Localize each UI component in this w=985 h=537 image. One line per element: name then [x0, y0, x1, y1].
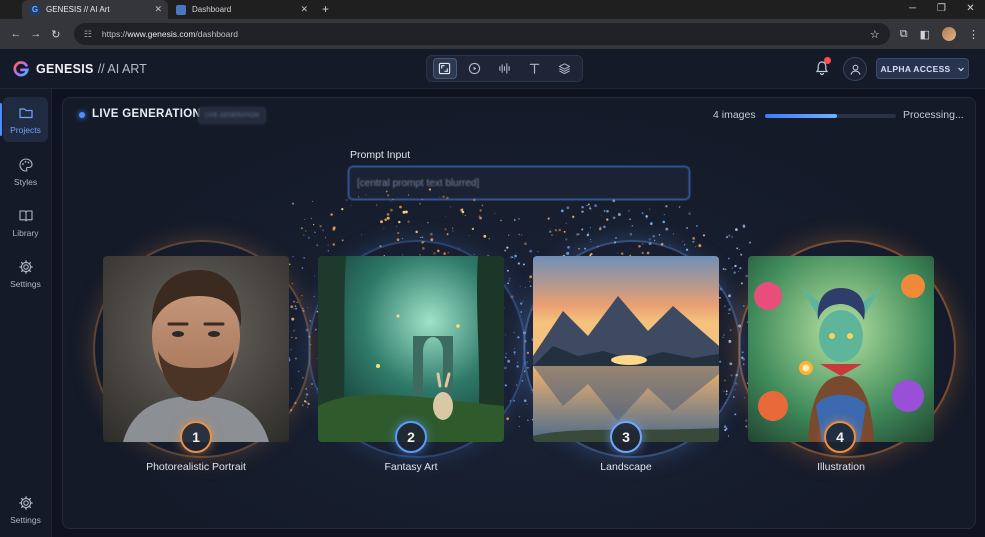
image-frame-icon — [439, 62, 451, 75]
extensions-icon[interactable]: ⧉ — [900, 28, 908, 41]
dashboard-favicon-icon — [176, 4, 186, 15]
book-icon — [18, 209, 33, 222]
sidebar-item-label: Settings — [10, 278, 41, 289]
image-mode-button[interactable] — [432, 58, 457, 79]
processing-status: Processing... — [903, 109, 964, 121]
generation-progress-bar — [765, 114, 896, 118]
gear-icon — [18, 259, 33, 274]
card-label: Landscape — [600, 461, 652, 473]
user-icon — [850, 64, 860, 75]
card-number-badge: 3 — [610, 421, 642, 453]
browser-toolbar: ← → ↻ ☷ https://www.genesis.com/dashboar… — [0, 19, 985, 49]
gear-icon — [18, 495, 33, 510]
restore-icon[interactable]: ❐ — [927, 0, 956, 19]
browser-window: G GENESIS // AI Art ✕ Dashboard ✕ + ─ ❐ … — [0, 0, 985, 537]
browser-tab-genesis[interactable]: G GENESIS // AI Art ✕ — [22, 0, 168, 19]
close-tab-icon[interactable]: ✕ — [300, 4, 308, 15]
close-window-icon[interactable]: ✕ — [956, 0, 985, 19]
live-indicator — [79, 112, 85, 118]
card-number-badge: 4 — [824, 421, 856, 453]
sidebar-item-settings[interactable]: Settings — [3, 251, 48, 296]
generated-image-landscape[interactable] — [533, 256, 719, 442]
app-header: GENESIS // AI ART ALPHA ACCESS — [0, 49, 985, 89]
side-panel-icon[interactable]: ◧ — [920, 28, 930, 41]
prompt-input[interactable] — [348, 166, 690, 200]
sidebar-item-library[interactable]: Library — [3, 200, 48, 245]
notification-badge — [824, 57, 831, 64]
landscape-image — [533, 256, 719, 442]
text-icon — [529, 63, 540, 74]
new-tab-icon[interactable]: + — [314, 0, 337, 19]
illustration-image — [748, 256, 934, 442]
window-controls: ─ ❐ ✕ — [898, 0, 985, 19]
sidebar-item-label: Projects — [10, 124, 41, 135]
generated-image-fantasy[interactable] — [318, 256, 504, 442]
generated-image-portrait[interactable] — [103, 256, 289, 442]
palette-icon — [18, 157, 33, 172]
access-label: ALPHA ACCESS — [880, 63, 951, 74]
sidebar-bottom-settings[interactable]: Settings — [3, 487, 48, 532]
alpha-access-dropdown[interactable]: ALPHA ACCESS — [876, 58, 969, 79]
panel-title: LIVE GENERATION — [92, 108, 202, 120]
user-account-button[interactable] — [843, 57, 867, 81]
sidebar-item-projects[interactable]: Projects — [0, 97, 48, 142]
audio-mode-button[interactable] — [492, 58, 516, 79]
brand-sub: // AI ART — [97, 61, 147, 76]
bookmark-star-icon[interactable]: ☆ — [870, 28, 880, 41]
brand-name: GENESIS — [36, 61, 94, 76]
card-number-badge: 2 — [395, 421, 427, 453]
layers-mode-button[interactable] — [552, 58, 576, 79]
forward-icon[interactable]: → — [26, 28, 46, 40]
profile-avatar[interactable] — [942, 27, 957, 41]
portrait-image — [103, 256, 289, 442]
video-mode-button[interactable] — [463, 58, 487, 79]
logo[interactable]: GENESIS // AI ART — [12, 60, 147, 78]
progress-fill — [765, 114, 838, 118]
fantasy-image — [318, 256, 504, 442]
card-label: Fantasy Art — [384, 461, 438, 473]
waveform-icon — [499, 63, 510, 74]
text-mode-button[interactable] — [522, 58, 546, 79]
play-icon — [469, 62, 481, 75]
url-prefix: https:// — [101, 29, 128, 39]
layers-icon — [558, 63, 570, 75]
reload-icon[interactable]: ↻ — [46, 28, 66, 41]
sidebar-item-styles[interactable]: Styles — [3, 149, 48, 194]
genesis-logo-icon — [13, 60, 29, 76]
generated-image-illustration[interactable] — [748, 256, 934, 442]
url-path: /dashboard — [195, 29, 238, 39]
sidebar-item-label: Library — [12, 227, 39, 238]
live-generation-panel: LIVE GENERATION LIVE GENERATION 4 images… — [62, 97, 976, 529]
prompt-label: Prompt Input — [350, 149, 411, 161]
sidebar-item-label: Settings — [10, 514, 41, 525]
image-count: 4 images — [713, 109, 756, 121]
url-host: www.genesis.com — [127, 29, 196, 39]
sidebar-item-label: Styles — [13, 176, 38, 187]
card-label: Illustration — [817, 461, 865, 473]
genesis-favicon-icon: G — [30, 4, 40, 15]
sidebar: Projects Styles Library Settings Setting… — [0, 89, 52, 537]
address-bar[interactable]: ☷ https://www.genesis.com/dashboard ☆ — [73, 23, 890, 45]
close-tab-icon[interactable]: ✕ — [154, 4, 162, 15]
folder-icon — [18, 107, 33, 118]
minimize-icon[interactable]: ─ — [898, 0, 927, 19]
site-info-icon[interactable]: ☷ — [84, 29, 94, 39]
status-badge: LIVE GENERATION — [198, 107, 266, 124]
back-icon[interactable]: ← — [6, 28, 26, 40]
card-label: Photorealistic Portrait — [146, 461, 246, 473]
mode-toolbar — [426, 55, 583, 82]
chevron-down-icon — [957, 67, 964, 71]
browser-tool-icons: ⧉ ◧ ⋮ — [900, 27, 979, 41]
tab-strip: G GENESIS // AI Art ✕ Dashboard ✕ + ─ ❐ … — [0, 0, 985, 19]
menu-icon[interactable]: ⋮ — [968, 28, 979, 41]
browser-tab-dashboard[interactable]: Dashboard ✕ — [168, 0, 314, 19]
card-number-badge: 1 — [180, 421, 212, 453]
tab-title: Dashboard — [192, 5, 232, 14]
tab-title: GENESIS // AI Art — [46, 5, 110, 14]
